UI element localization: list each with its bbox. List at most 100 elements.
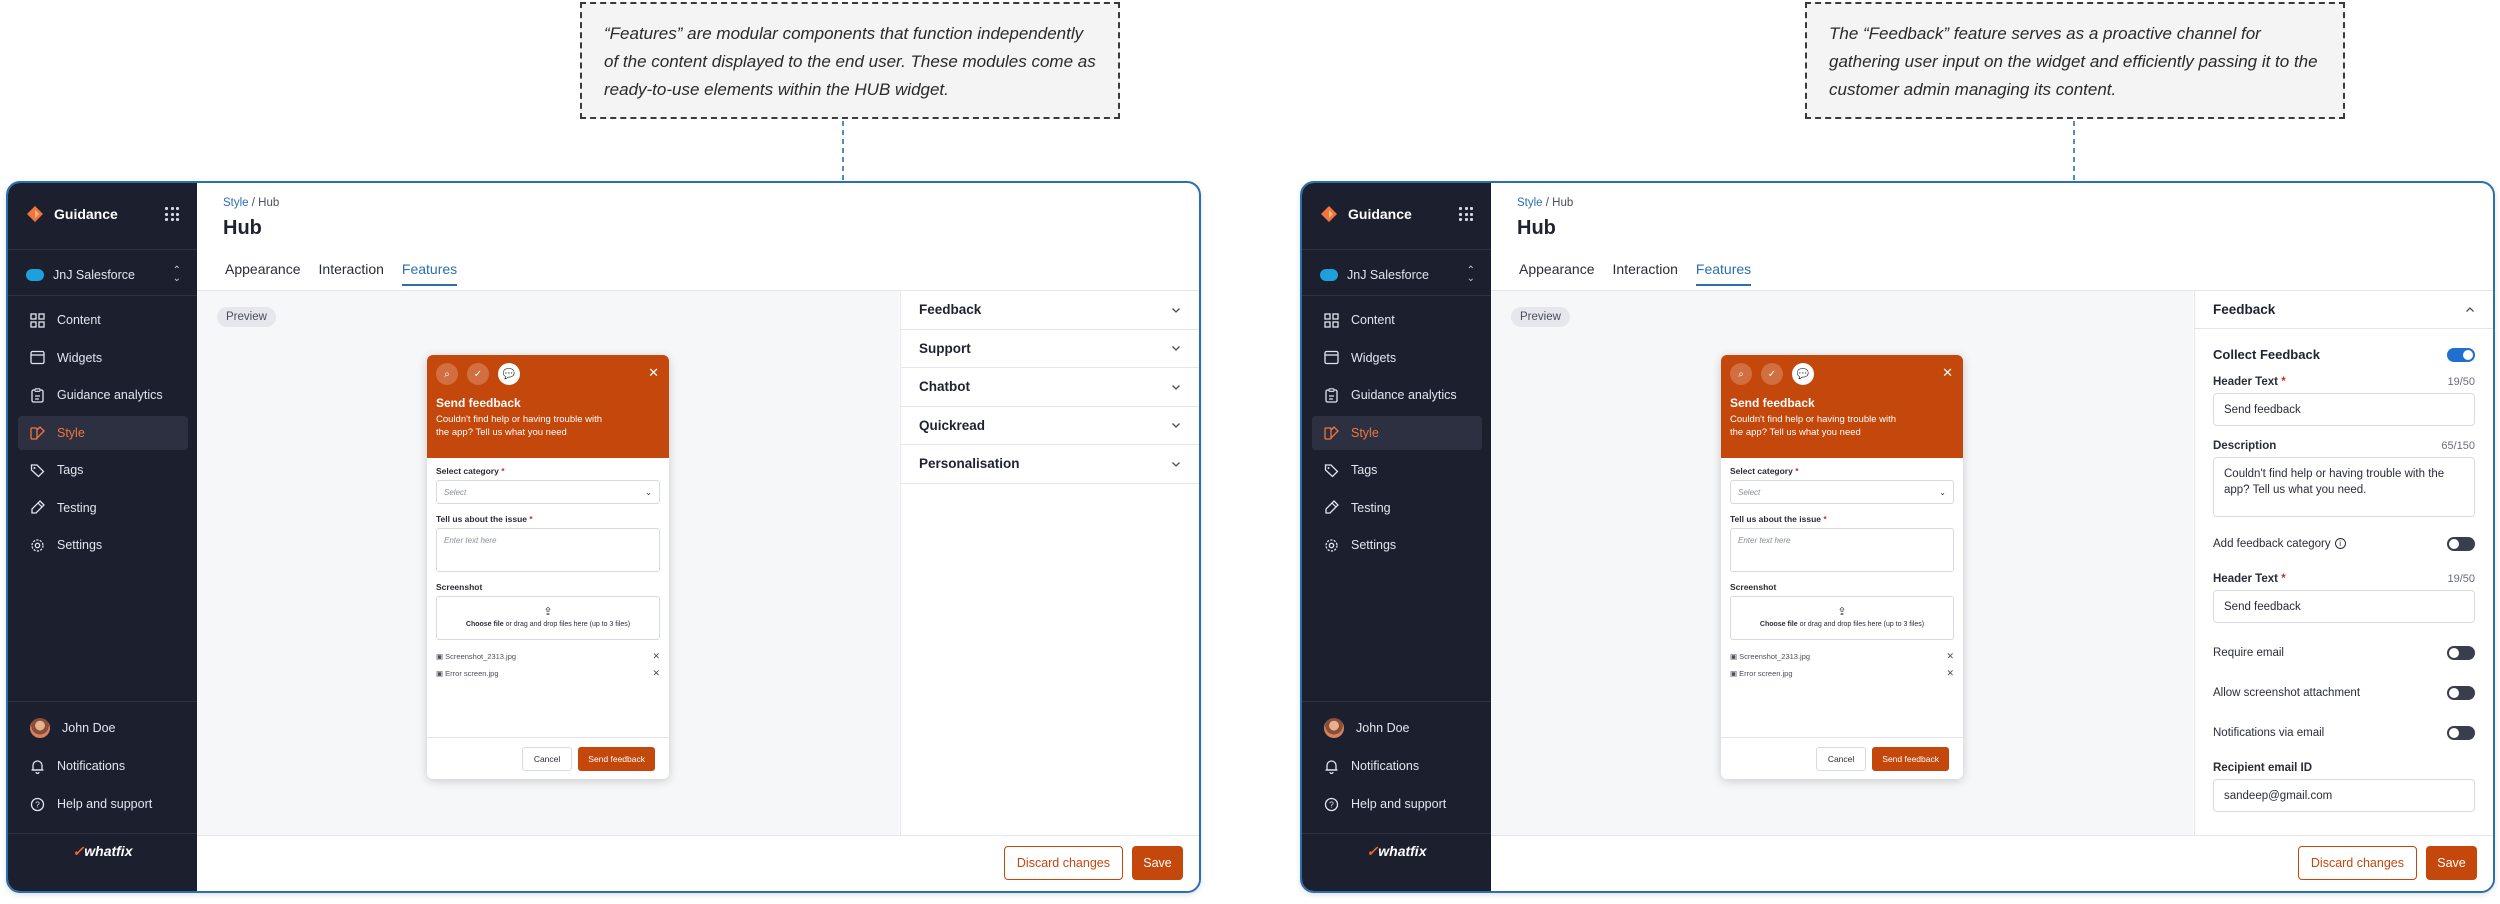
chat-icon[interactable]: 💬: [1792, 363, 1814, 385]
issue-textarea[interactable]: Enter text here: [1730, 528, 1954, 572]
tab-bar: Appearance Interaction Features: [1519, 261, 1752, 286]
callout-feedback: The “Feedback” feature serves as a proac…: [1805, 2, 2345, 119]
sidebar-item-testing[interactable]: Testing: [1312, 491, 1482, 525]
sidebar-item-widgets[interactable]: Widgets: [18, 341, 188, 375]
sidebar-item-settings[interactable]: Settings: [18, 528, 188, 562]
sidebar-item-testing[interactable]: Testing: [18, 491, 188, 525]
allow-screenshot-row: Allow screenshot attachment: [2213, 686, 2475, 700]
account-switcher[interactable]: JnJ Salesforce ⌃ ⌄: [26, 266, 181, 284]
brand[interactable]: Guidance: [1320, 205, 1412, 223]
sidebar-item-tags[interactable]: Tags: [18, 453, 188, 487]
callout-line: customer admin managing its content.: [1829, 80, 2117, 99]
category-select[interactable]: Select ⌄: [436, 480, 660, 504]
sidebar-item-content[interactable]: Content: [18, 303, 188, 337]
widget-description: Couldn't find help or having trouble wit…: [436, 414, 603, 438]
chat-icon[interactable]: 💬: [498, 363, 520, 385]
tab-appearance[interactable]: Appearance: [225, 261, 301, 286]
sidebar-item-content[interactable]: Content: [1312, 303, 1482, 337]
close-icon[interactable]: ✕: [652, 651, 660, 662]
list-item: ▣ Screenshot_2313.jpg ✕: [1730, 651, 1954, 662]
discard-changes-button[interactable]: Discard changes: [2297, 846, 2417, 880]
close-icon[interactable]: ✕: [1946, 668, 1954, 679]
check-circle-icon[interactable]: ✓: [467, 363, 489, 385]
recipient-email-input[interactable]: sandeep@gmail.com: [2213, 779, 2475, 812]
accordion-item-feedback-expanded[interactable]: Feedback: [2195, 291, 2493, 329]
preview-canvas: Preview ⌕ ✓ 💬 ✕ Send feedback Couldn't f…: [197, 291, 899, 835]
sidebar-item-analytics[interactable]: Guidance analytics: [18, 378, 188, 412]
cancel-button[interactable]: Cancel: [1815, 746, 1867, 771]
chevron-up-icon: [2466, 306, 2474, 312]
sidebar-item-tags[interactable]: Tags: [1312, 453, 1482, 487]
sidebar-item-notifications[interactable]: Notifications: [1312, 749, 1482, 783]
send-feedback-button[interactable]: Send feedback: [578, 746, 655, 771]
close-icon[interactable]: ✕: [1946, 651, 1954, 662]
tab-features[interactable]: Features: [401, 261, 458, 286]
sidebar-item-notifications[interactable]: Notifications: [18, 749, 188, 783]
svg-text:?: ?: [35, 799, 40, 809]
char-count: 65/150: [2441, 440, 2475, 452]
search-icon[interactable]: ⌕: [436, 363, 458, 385]
account-switcher[interactable]: JnJ Salesforce ⌃ ⌄: [1320, 266, 1475, 284]
accordion-item-feedback[interactable]: Feedback: [901, 291, 1199, 330]
allow-screenshot-toggle[interactable]: [2447, 686, 2475, 700]
sidebar-item-label: Guidance analytics: [1351, 388, 1457, 402]
discard-changes-button[interactable]: Discard changes: [1003, 846, 1123, 880]
issue-textarea[interactable]: Enter text here: [436, 528, 660, 572]
sidebar-item-label: Notifications: [1351, 759, 1420, 773]
widget-footer: Cancel Send feedback: [1721, 737, 1963, 779]
testing-icon: [1325, 500, 1339, 514]
file-upload[interactable]: ⇪ Choose file or drag and drop files here…: [1730, 596, 1954, 640]
add-category-toggle[interactable]: [2447, 537, 2475, 551]
category-header-text-input[interactable]: Send feedback: [2213, 590, 2475, 623]
analytics-icon: [1325, 387, 1338, 403]
header-text-input[interactable]: Send feedback: [2213, 393, 2475, 426]
accordion-item-personalisation[interactable]: Personalisation: [901, 445, 1199, 484]
tab-interaction[interactable]: Interaction: [319, 261, 384, 286]
sidebar-item-style[interactable]: Style: [1312, 415, 1482, 450]
search-icon[interactable]: ⌕: [1730, 363, 1752, 385]
app-grid-icon[interactable]: [165, 207, 179, 221]
save-button[interactable]: Save: [1132, 846, 1183, 880]
salesforce-icon: [26, 269, 44, 281]
user-profile[interactable]: John Doe: [1312, 711, 1482, 745]
tab-interaction[interactable]: Interaction: [1613, 261, 1678, 286]
sidebar-item-help[interactable]: ? Help and support: [18, 787, 188, 821]
widget-feature-icons: ⌕ ✓ 💬: [1730, 363, 1954, 385]
accordion-item-chatbot[interactable]: Chatbot: [901, 368, 1199, 407]
save-button[interactable]: Save: [2426, 846, 2477, 880]
brand[interactable]: Guidance: [26, 205, 118, 223]
sidebar-item-settings[interactable]: Settings: [1312, 528, 1482, 562]
breadcrumb-link-style[interactable]: Style: [223, 197, 249, 209]
category-select[interactable]: Select ⌄: [1730, 480, 1954, 504]
widgets-icon: [30, 350, 45, 365]
notify-email-toggle[interactable]: [2447, 726, 2475, 740]
widget-feature-icons: ⌕ ✓ 💬: [436, 363, 660, 385]
divider: [1302, 833, 1491, 834]
description-textarea[interactable]: Couldn't find help or having trouble wit…: [2213, 457, 2475, 517]
close-icon[interactable]: ✕: [1942, 365, 1953, 381]
require-email-toggle[interactable]: [2447, 646, 2475, 660]
breadcrumb-link-style[interactable]: Style: [1517, 197, 1543, 209]
send-feedback-button[interactable]: Send feedback: [1872, 746, 1949, 771]
chevron-down-icon: [1172, 384, 1180, 390]
info-icon[interactable]: i: [2334, 538, 2346, 550]
sidebar-item-style[interactable]: Style: [18, 415, 188, 450]
tab-appearance[interactable]: Appearance: [1519, 261, 1595, 286]
sidebar-item-widgets[interactable]: Widgets: [1312, 341, 1482, 375]
sidebar-item-help[interactable]: ? Help and support: [1312, 787, 1482, 821]
collect-feedback-toggle[interactable]: [2447, 347, 2475, 362]
tab-features[interactable]: Features: [1695, 261, 1752, 286]
app-grid-icon[interactable]: [1459, 207, 1473, 221]
file-upload[interactable]: ⇪ Choose file or drag and drop files here…: [436, 596, 660, 640]
accordion-item-support[interactable]: Support: [901, 330, 1199, 368]
check-circle-icon[interactable]: ✓: [1761, 363, 1783, 385]
cancel-button[interactable]: Cancel: [521, 746, 573, 771]
close-icon[interactable]: ✕: [648, 365, 659, 381]
accordion-item-quickread[interactable]: Quickread: [901, 407, 1199, 445]
sidebar-item-analytics[interactable]: Guidance analytics: [1312, 378, 1482, 412]
list-item: ▣ Screenshot_2313.jpg ✕: [436, 651, 660, 662]
user-profile[interactable]: John Doe: [18, 711, 188, 745]
sidebar-item-label: Content: [1351, 313, 1395, 327]
help-icon: ?: [30, 797, 45, 811]
close-icon[interactable]: ✕: [652, 668, 660, 679]
